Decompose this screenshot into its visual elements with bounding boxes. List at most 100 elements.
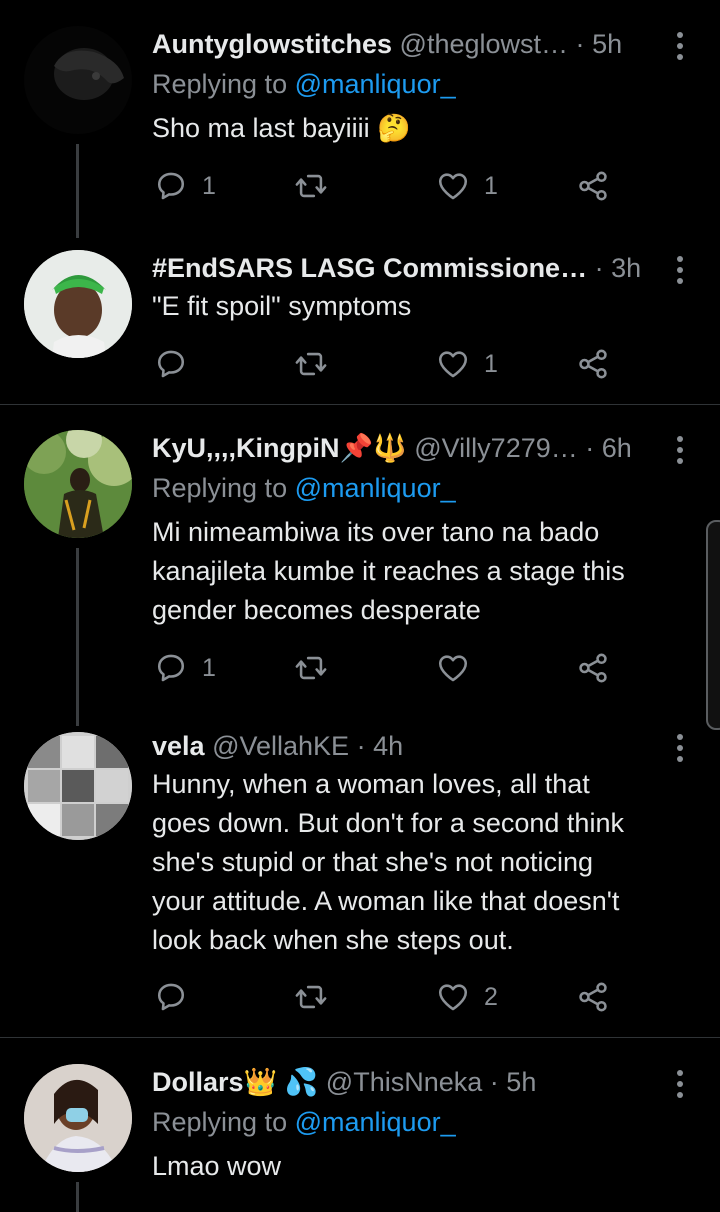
more-icon[interactable] (664, 254, 696, 286)
timestamp[interactable]: 5h (592, 29, 622, 59)
like-count: 1 (484, 171, 498, 200)
tweet-text-line: look back when she steps out. (152, 925, 514, 955)
tweet-text: Lmao wow (152, 1151, 282, 1181)
display-name[interactable]: Dollars👑 💦 (152, 1067, 318, 1097)
retweet-button[interactable] (294, 344, 342, 384)
mention-link[interactable]: @manliquor_ (295, 473, 456, 503)
more-icon[interactable] (664, 30, 696, 62)
avatar[interactable] (24, 430, 132, 538)
like-count: 1 (484, 349, 498, 378)
more-icon[interactable] (664, 1068, 696, 1100)
tweet-text-line: Mi nimeambiwa its over tano na bado (152, 517, 600, 547)
like-icon (436, 347, 470, 381)
tweet-text-line: Hunny, when a woman loves, all that (152, 769, 590, 799)
timestamp[interactable]: 6h (602, 433, 632, 463)
replying-to-label: Replying to (152, 1107, 288, 1137)
tweet-text: "E fit spoil" symptoms (152, 291, 412, 321)
more-icon[interactable] (664, 434, 696, 466)
display-name[interactable]: KyU,,,,KingpiN📌🔱 (152, 433, 407, 463)
more-icon[interactable] (664, 732, 696, 764)
tweet-text: Mi nimeambiwa its over tano na bado kana… (152, 513, 692, 630)
like-count: 2 (484, 982, 498, 1011)
share-button[interactable] (576, 648, 610, 688)
action-bar: 1 1 (152, 166, 622, 206)
tweet-header: KyU,,,,KingpiN📌🔱 @Villy7279… · 6h (152, 430, 662, 466)
share-button[interactable] (576, 977, 610, 1017)
share-icon (576, 980, 610, 1014)
tweet-header: vela @VellahKE · 4h (152, 728, 662, 764)
tweet-text-line: gender becomes desperate (152, 595, 481, 625)
action-bar: 2 (152, 977, 622, 1017)
avatar[interactable] (24, 1064, 132, 1172)
action-bar: 1 (152, 344, 622, 384)
reply-button[interactable] (154, 344, 202, 384)
separator: · (356, 731, 366, 761)
tweet-text: Sho ma last bayiiii 🤔 (152, 113, 411, 143)
retweet-icon (294, 651, 328, 685)
reply-button[interactable]: 1 (154, 166, 216, 206)
like-button[interactable]: 1 (436, 344, 498, 384)
divider (0, 1037, 720, 1038)
replying-to: Replying to @manliquor_ (152, 470, 456, 506)
divider (0, 404, 720, 405)
tweet-text-line: your attitude. A woman like that doesn't (152, 886, 620, 916)
tweet-header: Dollars👑 💦 @ThisNneka · 5h (152, 1064, 662, 1100)
retweet-icon (294, 347, 328, 381)
share-icon (576, 347, 610, 381)
tweet-text-line: kanajileta kumbe it reaches a stage this (152, 556, 625, 586)
replying-to-label: Replying to (152, 473, 288, 503)
timestamp[interactable]: 4h (373, 731, 403, 761)
retweet-button[interactable] (294, 977, 342, 1017)
retweet-icon (294, 980, 328, 1014)
reply-icon (154, 980, 188, 1014)
mention-link[interactable]: @manliquor_ (295, 1107, 456, 1137)
like-icon (436, 169, 470, 203)
tweet-text: Hunny, when a woman loves, all that goes… (152, 765, 692, 960)
timestamp[interactable]: 5h (506, 1067, 536, 1097)
timestamp[interactable]: 3h (611, 253, 641, 283)
reply-button[interactable]: 1 (154, 648, 216, 688)
like-button[interactable]: 1 (436, 166, 498, 206)
avatar[interactable] (24, 26, 132, 134)
reply-count: 1 (202, 171, 216, 200)
reply-icon (154, 651, 188, 685)
thread-line (76, 1182, 79, 1212)
share-icon (576, 169, 610, 203)
share-button[interactable] (576, 166, 610, 206)
avatar[interactable] (24, 732, 132, 840)
thread-line (76, 548, 79, 726)
replying-to: Replying to @manliquor_ (152, 66, 456, 102)
like-icon (436, 651, 470, 685)
handle[interactable]: @Villy7279… (414, 433, 578, 463)
handle[interactable]: @theglowst… (400, 29, 568, 59)
retweet-icon (294, 169, 328, 203)
display-name[interactable]: Auntyglowstitches (152, 29, 392, 59)
share-icon (576, 651, 610, 685)
reply-icon (154, 169, 188, 203)
like-icon (436, 980, 470, 1014)
replying-to-label: Replying to (152, 69, 288, 99)
tweet-header: Auntyglowstitches @theglowst… · 5h (152, 26, 662, 62)
retweet-button[interactable] (294, 166, 342, 206)
like-button[interactable]: 2 (436, 977, 498, 1017)
scrollbar-thumb[interactable] (706, 520, 720, 730)
handle[interactable]: @VellahKE (212, 731, 349, 761)
display-name[interactable]: #EndSARS LASG Commissione… (152, 253, 587, 283)
separator: · (489, 1067, 499, 1097)
reply-count: 1 (202, 653, 216, 682)
thread-line (76, 144, 79, 238)
reply-icon (154, 347, 188, 381)
handle[interactable]: @ThisNneka (326, 1067, 482, 1097)
reply-button[interactable] (154, 977, 202, 1017)
mention-link[interactable]: @manliquor_ (295, 69, 456, 99)
retweet-button[interactable] (294, 648, 342, 688)
like-button[interactable] (436, 648, 484, 688)
avatar[interactable] (24, 250, 132, 358)
share-button[interactable] (576, 344, 610, 384)
tweet-header: #EndSARS LASG Commissione… · 3h (152, 250, 662, 286)
separator: · (575, 29, 585, 59)
separator: · (594, 253, 604, 283)
display-name[interactable]: vela (152, 731, 205, 761)
action-bar: 1 (152, 648, 622, 688)
separator: · (585, 433, 595, 463)
